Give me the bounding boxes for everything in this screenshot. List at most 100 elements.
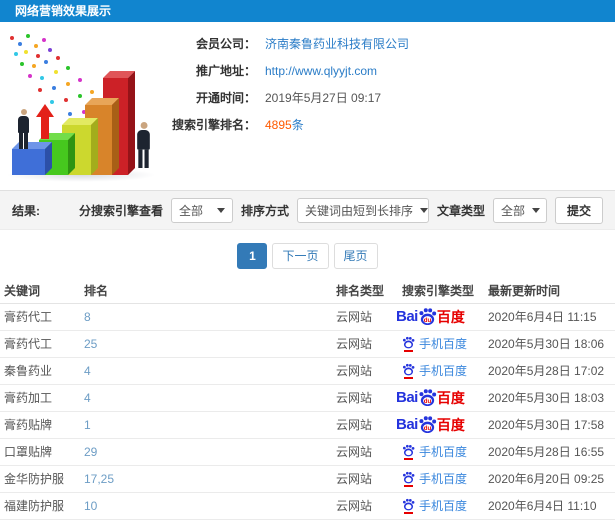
mobile-baidu-label: 手机百度 <box>419 499 468 513</box>
next-page-button[interactable]: 下一页 <box>272 243 329 269</box>
engine-cell: 手机百度 <box>402 465 488 493</box>
engine-cell: Bai du 百度 <box>396 411 488 439</box>
keyword-cell: 金华防护服 <box>0 465 84 493</box>
open-time-value: 2019年5月27日 09:17 <box>265 91 382 105</box>
results-table-body: 膏药代工 8 云网站 Bai du 百度 2020年6月4日 11:15 膏药代… <box>0 303 615 520</box>
mobile-baidu-underline <box>404 484 413 487</box>
submit-button[interactable]: 提交 <box>554 196 603 224</box>
open-time-row: 开通时间： 2019年5月27日 09:17 <box>170 84 409 111</box>
rank-cell[interactable]: 10 <box>84 492 336 520</box>
ranking-count-suffix: 条 <box>291 118 304 132</box>
updated-cell: 2020年6月4日 11:15 <box>488 303 615 331</box>
engine-cell: 手机百度 <box>402 438 488 466</box>
mobile-baidu-label: 手机百度 <box>419 364 468 378</box>
caret-down-icon <box>216 207 225 213</box>
updated-cell: 2020年5月28日 16:55 <box>488 438 615 466</box>
updated-cell: 2020年6月20日 09:25 <box>488 465 615 493</box>
mobile-baidu-paw-icon <box>402 471 415 487</box>
ranking-count-row: 搜索引擎排名： 4895条 <box>170 111 409 138</box>
mobile-baidu-paw-icon <box>402 363 415 379</box>
baidu-logo: Bai du 百度 <box>396 415 465 434</box>
engine-cell: Bai du 百度 <box>396 384 488 412</box>
mobile-baidu-underline <box>404 376 413 379</box>
rank-cell[interactable]: 1 <box>84 411 336 439</box>
updated-cell: 2020年6月4日 11:10 <box>488 492 615 520</box>
rank-cell[interactable]: 29 <box>84 438 336 466</box>
rank-cell[interactable]: 8 <box>84 303 336 331</box>
member-company-value[interactable]: 济南秦鲁药业科技有限公司 <box>265 35 409 52</box>
mobile-baidu-logo: 手机百度 <box>402 497 467 514</box>
mobile-baidu-label: 手机百度 <box>419 337 468 351</box>
table-row: 秦鲁药业 4 云网站 手机百度 2020年5月28日 17:02 <box>0 357 615 385</box>
article-type-filter-label: 文章类型 <box>436 203 485 218</box>
article-type-filter-select[interactable]: 全部 <box>492 197 547 223</box>
mobile-baidu-logo: 手机百度 <box>402 443 467 460</box>
keyword-cell: 膏药贴牌 <box>0 411 84 439</box>
keyword-cell: 膏药代工 <box>0 330 84 358</box>
table-header-row: 关键词 排名 排名类型 搜索引擎类型 最新更新时间 <box>0 279 615 304</box>
baidu-paw-icon <box>402 363 415 375</box>
table-row: 膏药加工 4 云网站 Bai du 百度 2020年5月30日 18:03 <box>0 384 615 412</box>
baidu-logo: Bai du 百度 <box>396 388 465 407</box>
baidu-logo-cn: 百度 <box>436 389 465 406</box>
page-button-1[interactable]: 1 <box>237 243 268 269</box>
baidu-logo: Bai du 百度 <box>396 307 465 326</box>
engine-filter-value: 全部 <box>178 203 203 218</box>
caret-down-icon <box>532 207 540 213</box>
rank-type-cell: 云网站 <box>336 492 402 520</box>
table-row: 福建防护服 10 云网站 手机百度 2020年6月4日 11:10 <box>0 492 615 520</box>
sort-filter-value: 关键词由短到长排序 <box>304 203 413 218</box>
keyword-cell: 口罩贴牌 <box>0 438 84 466</box>
updated-cell: 2020年5月30日 18:06 <box>488 330 615 358</box>
mobile-baidu-logo: 手机百度 <box>402 362 467 379</box>
engine-cell: 手机百度 <box>402 357 488 385</box>
ranking-count-value: 4895条 <box>265 116 304 133</box>
svg-text:du: du <box>424 425 432 432</box>
mobile-baidu-logo: 手机百度 <box>402 470 467 487</box>
pagination: 1 下一页 尾页 <box>0 243 615 269</box>
table-row: 膏药贴牌 1 云网站 Bai du 百度 2020年5月30日 17:58 <box>0 411 615 439</box>
table-row: 金华防护服 17,25 云网站 手机百度 2020年6月20日 09:25 <box>0 465 615 493</box>
promo-url-value[interactable]: http://www.qlyyjt.com <box>265 64 377 78</box>
baidu-paw-icon <box>402 444 415 456</box>
baidu-paw-icon: du <box>419 416 436 434</box>
results-table: 关键词 排名 排名类型 搜索引擎类型 最新更新时间 膏药代工 8 云网站 Bai… <box>0 279 615 520</box>
caret-down-icon <box>419 207 428 213</box>
mobile-baidu-logo: 手机百度 <box>402 335 467 352</box>
rank-cell[interactable]: 4 <box>84 384 336 412</box>
baidu-paw-icon <box>402 471 415 483</box>
keyword-cell: 膏药代工 <box>0 303 84 331</box>
baidu-logo-bai: Bai <box>396 389 418 406</box>
mobile-baidu-paw-icon <box>402 444 415 460</box>
rank-cell[interactable]: 17,25 <box>84 465 336 493</box>
mobile-baidu-label: 手机百度 <box>419 445 468 459</box>
updated-cell: 2020年5月30日 18:03 <box>488 384 615 412</box>
open-time-label: 开通时间： <box>195 91 256 105</box>
rank-cell[interactable]: 25 <box>84 330 336 358</box>
businessman-figure-left <box>18 109 29 149</box>
sort-filter-select[interactable]: 关键词由短到长排序 <box>296 197 429 223</box>
up-arrow-icon <box>36 104 54 139</box>
svg-text:du: du <box>424 398 432 405</box>
rank-type-cell: 云网站 <box>336 357 402 385</box>
mobile-baidu-underline <box>404 511 413 514</box>
baidu-paw-icon <box>402 498 415 510</box>
baidu-paw-icon: du <box>419 389 436 407</box>
filters: 分搜索引擎查看 全部 排序方式 关键词由短到长排序 文章类型 全部 提交 <box>79 196 603 224</box>
member-company-row: 会员公司： 济南秦鲁药业科技有限公司 <box>170 30 409 57</box>
rank-type-cell: 云网站 <box>336 384 402 412</box>
rank-type-cell: 云网站 <box>336 330 402 358</box>
rank-cell[interactable]: 4 <box>84 357 336 385</box>
rank-type-cell: 云网站 <box>336 465 402 493</box>
bar-blue <box>12 142 52 175</box>
updated-cell: 2020年5月30日 17:58 <box>488 411 615 439</box>
baidu-paw-icon <box>402 336 415 348</box>
last-page-button[interactable]: 尾页 <box>333 243 378 269</box>
header-rank: 排名 <box>84 279 336 304</box>
table-row: 膏药代工 8 云网站 Bai du 百度 2020年6月4日 11:15 <box>0 303 615 331</box>
promo-url-label: 推广地址： <box>195 64 256 78</box>
engine-filter-select[interactable]: 全部 <box>170 197 233 223</box>
ranking-count-label: 搜索引擎排名： <box>171 118 256 132</box>
ranking-count-number: 4895 <box>265 118 292 132</box>
sort-filter-label: 排序方式 <box>240 203 289 218</box>
